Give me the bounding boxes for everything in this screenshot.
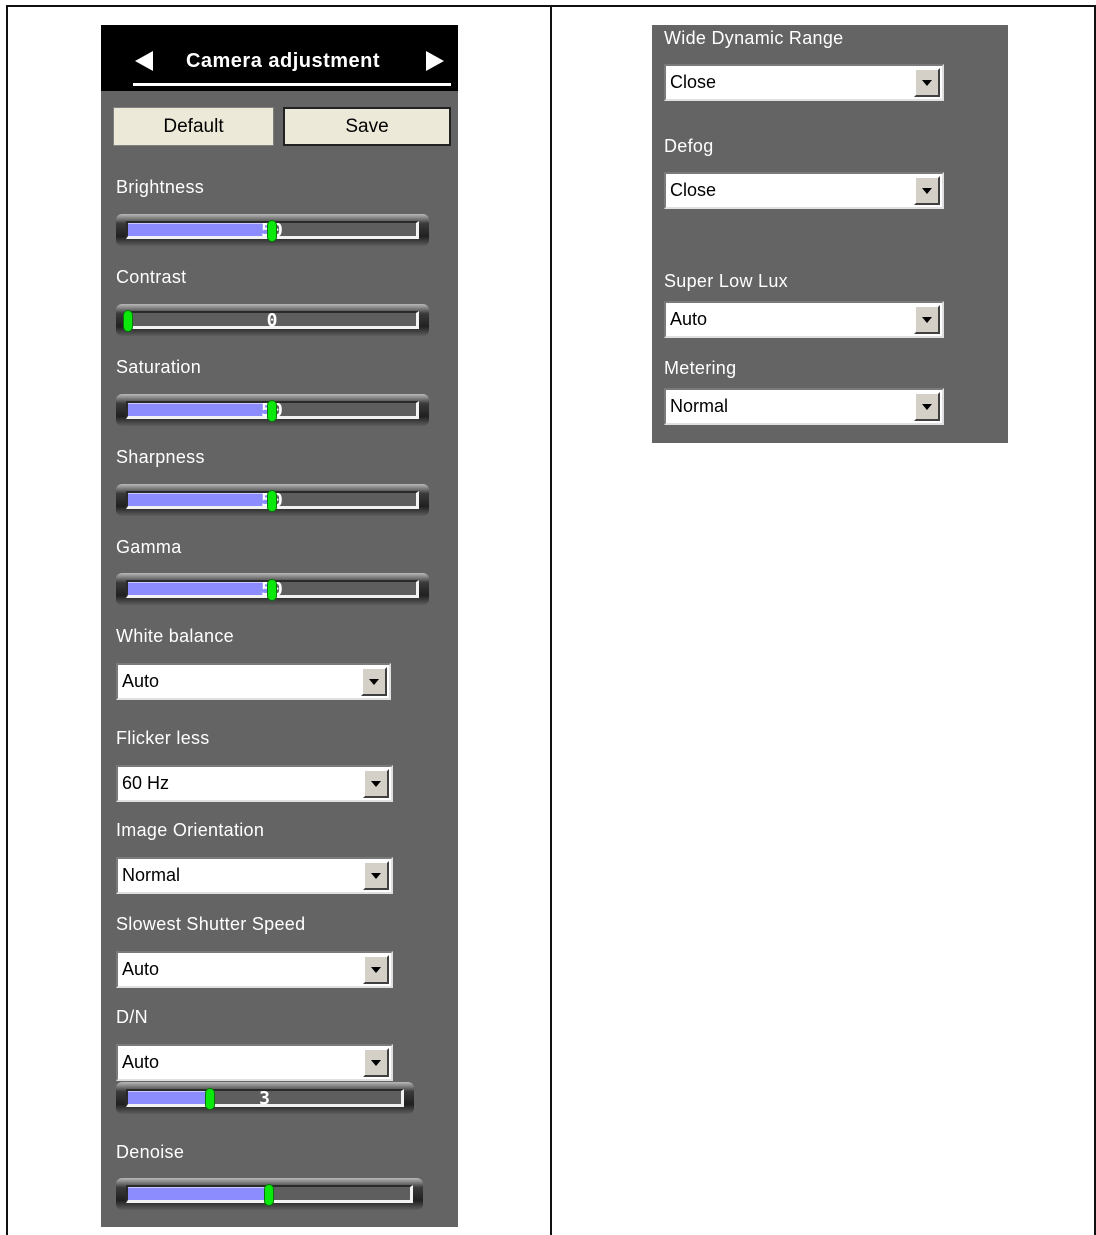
defog-select[interactable]: Close [664,172,944,209]
contrast-thumb[interactable] [123,310,133,332]
chevron-down-icon[interactable] [363,861,389,890]
wdr-label: Wide Dynamic Range [664,28,844,48]
contrast-value: 0 [266,310,278,331]
chevron-down-icon[interactable] [914,68,940,97]
gamma-thumb[interactable] [267,579,277,601]
wdr-select[interactable]: Close [664,64,944,101]
dn-label: D/N [116,1007,148,1027]
dn-value: Auto [122,1052,160,1072]
flicker-less-select[interactable]: 60 Hz [116,765,393,802]
brightness-label: Brightness [116,177,205,197]
sharpness-slider[interactable]: 50 [116,484,429,516]
defog-value: Close [670,180,717,200]
chevron-down-icon[interactable] [914,176,940,205]
shutter-speed-value: Auto [122,959,160,979]
denoise-slider[interactable]: 5 [116,1178,423,1210]
panel-header: Camera adjustment [101,25,458,91]
sharpness-label: Sharpness [116,447,205,467]
dn-slider[interactable]: 3 [116,1082,414,1114]
table-border-left [6,5,8,1235]
next-arrow-icon[interactable] [426,51,444,71]
defog-label: Defog [664,136,714,156]
super-low-lux-label: Super Low Lux [664,271,788,291]
white-balance-value: Auto [122,671,160,691]
gamma-label: Gamma [116,537,182,557]
flicker-less-label: Flicker less [116,728,210,748]
chevron-down-icon[interactable] [914,305,940,334]
default-button[interactable]: Default [113,107,274,146]
shutter-speed-select[interactable]: Auto [116,951,393,988]
super-low-lux-value: Auto [670,309,708,329]
brightness-thumb[interactable] [267,220,277,242]
slider-track: 3 [126,1088,404,1109]
contrast-slider[interactable]: 0 [116,304,429,336]
chevron-down-icon[interactable] [914,392,940,421]
denoise-thumb[interactable] [264,1184,274,1206]
super-low-lux-select[interactable]: Auto [664,301,944,338]
dn-select[interactable]: Auto [116,1044,393,1081]
sharpness-thumb[interactable] [267,490,277,512]
flicker-less-value: 60 Hz [122,773,170,793]
metering-label: Metering [664,358,737,378]
shutter-speed-label: Slowest Shutter Speed [116,914,306,934]
contrast-label: Contrast [116,267,187,287]
white-balance-label: White balance [116,626,234,646]
advanced-settings-panel: Wide Dynamic Range Close Defog Close Sup… [652,25,1008,443]
previous-arrow-icon[interactable] [135,51,153,71]
save-button[interactable]: Save [283,107,451,146]
dn-thumb[interactable] [205,1088,215,1110]
metering-select[interactable]: Normal [664,388,944,425]
brightness-slider[interactable]: 50 [116,214,429,246]
saturation-label: Saturation [116,357,202,377]
wdr-value: Close [670,72,717,92]
gamma-slider[interactable]: 50 [116,573,429,605]
panel-title: Camera adjustment [185,50,381,72]
chevron-down-icon[interactable] [361,667,387,696]
saturation-thumb[interactable] [267,400,277,422]
image-orientation-value: Normal [122,865,181,885]
table-border-divider [550,5,552,1235]
white-balance-select[interactable]: Auto [116,663,391,700]
image-orientation-label: Image Orientation [116,820,265,840]
saturation-slider[interactable]: 50 [116,394,429,426]
denoise-label: Denoise [116,1142,185,1162]
camera-adjustment-panel: Camera adjustment Default Save Brightnes… [101,25,458,1227]
chevron-down-icon[interactable] [363,769,389,798]
metering-value: Normal [670,396,729,416]
image-orientation-select[interactable]: Normal [116,857,393,894]
chevron-down-icon[interactable] [363,955,389,984]
slider-track: 0 [126,310,419,331]
chevron-down-icon[interactable] [363,1048,389,1077]
header-underline [133,83,451,86]
dn-slider-value: 3 [259,1088,270,1109]
